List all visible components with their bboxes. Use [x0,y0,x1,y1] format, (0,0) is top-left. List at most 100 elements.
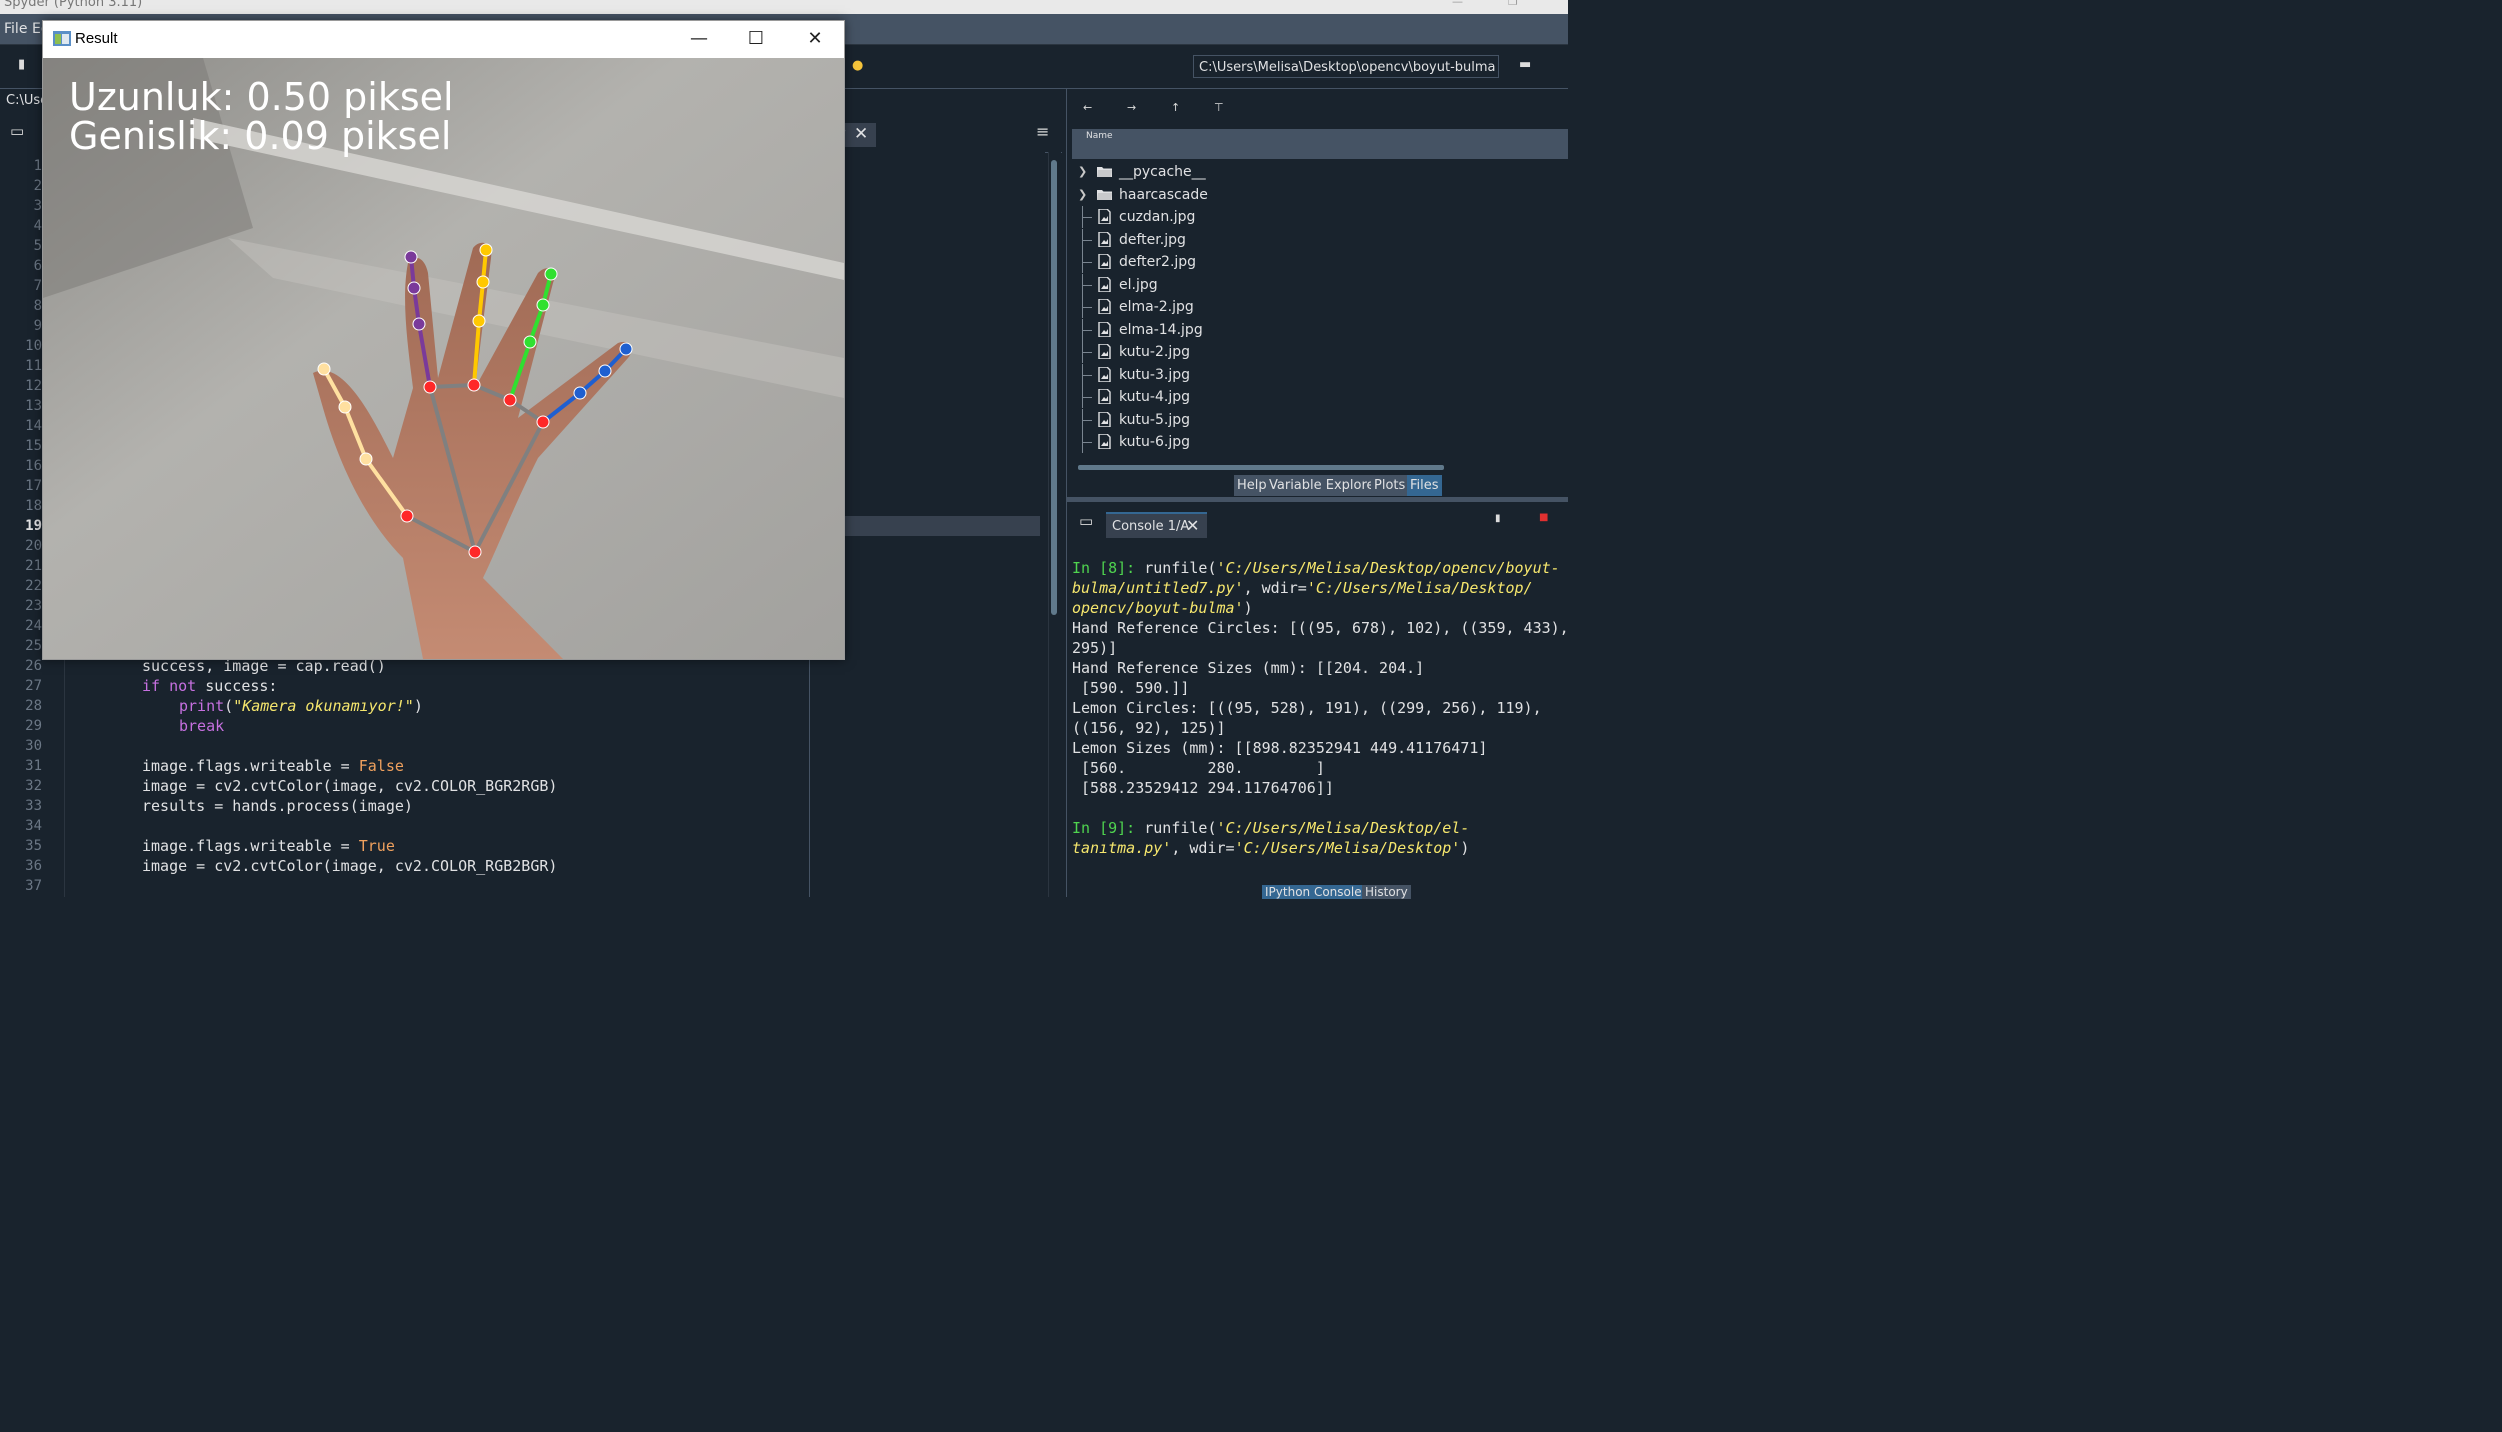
tab-variable-explorer[interactable]: Variable Explorer [1266,475,1383,496]
browse-tabs-icon[interactable]: ▭ [10,122,24,140]
chevron-right-icon[interactable]: ❯ [1078,161,1088,183]
console-prompt: In [8]: [1072,559,1145,577]
code-token: image = cv2.cvtColor(image, cv2.COLOR_RG… [142,857,558,875]
landmark-ring [536,298,550,312]
tree-branch [1082,386,1095,408]
stop-icon[interactable]: ■ [1539,512,1548,523]
editor-filepath: C:\Use [6,93,42,108]
python-icon[interactable]: ● [852,58,863,73]
close-console-icon[interactable]: ✕ [1186,513,1199,539]
maximize-icon[interactable]: ❐ [1508,0,1522,7]
current-line-highlight [845,516,1040,536]
filter-icon[interactable]: ⊤ [1214,101,1224,114]
menu-file[interactable]: File [4,21,27,37]
tab-help[interactable]: Help [1234,475,1270,496]
code-token: False [358,757,404,775]
line-number: 32 [25,778,42,794]
code-token: results = hands.process(image) [142,797,413,815]
file-name: kutu-6.jpg [1119,434,1190,450]
file-name: kutu-2.jpg [1119,344,1190,360]
line-number: 27 [25,678,42,694]
minimize-icon[interactable]: — [687,27,711,51]
console-string: tanıtma.py' [1072,839,1172,857]
minimize-icon[interactable]: — [1452,0,1466,7]
landmark-thumb [338,400,352,414]
code-token: if [142,677,161,695]
line-number: 8 [33,298,42,314]
tree-branch [1082,408,1095,431]
console-output: [560. 280. ] [1072,759,1325,777]
edge-line [809,659,810,897]
camera-frame: Uzunluk: 0.50 piksel Genislik: 0.09 piks… [43,58,844,659]
result-window[interactable]: Result — ☐ ✕ Uzunluk: 0.50 piksel Genisl… [42,20,845,660]
code-token: "Kamera okunamıyor!" [233,697,414,715]
files-hscrollbar[interactable] [1078,465,1444,470]
file-name: defter2.jpg [1119,254,1197,270]
tab-history[interactable]: History [1362,885,1411,899]
line-number: 28 [25,698,42,714]
tab-files[interactable]: Files [1407,475,1442,496]
image-file-icon [1098,321,1111,337]
line-number: 37 [25,878,42,894]
line-number: 33 [25,798,42,814]
code-token: break [179,717,225,735]
landmark-joint [503,393,517,407]
console-output: Lemon Sizes (mm): [[898.82352941 449.411… [1072,739,1488,757]
result-window-titlebar[interactable]: Result — ☐ ✕ [43,21,844,58]
tree-branch [1082,318,1095,341]
width-readout: Genislik: 0.09 piksel [69,114,451,158]
line-number: 9 [33,318,42,334]
landmark-joint [468,545,482,559]
window-app-icon [53,31,71,46]
editor-scrollbar-thumb[interactable] [1051,160,1057,615]
line-number: 2 [33,178,42,194]
code-token: image = cv2.cvtColor(image, cv2.COLOR_BG… [142,777,558,795]
code-token: success: [196,677,278,695]
options-icon[interactable]: ▮ [1495,513,1501,524]
console-text: ) [1460,839,1470,857]
file-name: defter.jpg [1119,231,1186,248]
code-line-36: image = cv2.cvtColor(image, cv2.COLOR_RG… [142,857,557,875]
tree-branch [1082,206,1095,228]
code-line-33: results = hands.process(image) [142,797,413,815]
working-directory-input[interactable]: C:\Users\Melisa\Desktop\opencv\boyut-bul… [1193,55,1499,78]
landmark-middle [476,275,490,289]
image-file-icon [1098,209,1111,224]
console-line: opencv/boyut-bulma') [1072,599,1253,617]
tab-ipython-console[interactable]: IPython Console [1262,885,1365,899]
console-tab[interactable]: Console 1/A ✕ [1106,512,1207,538]
code-line-27: if not success: [142,677,277,695]
landmark-middle [472,314,486,328]
file-name: kutu-5.jpg [1119,411,1190,428]
tab-plots[interactable]: Plots [1371,475,1409,496]
console-string: 'C:/Users/Melisa/Desktop/opencv/boyut- [1216,559,1560,577]
landmark-thumb [359,452,373,466]
line-number: 18 [25,498,42,514]
line-number: 12 [25,378,42,394]
new-file-icon[interactable]: ▮ [18,57,25,72]
maximize-icon[interactable]: ☐ [744,27,768,51]
line-number: 20 [25,538,42,554]
landmark-index [407,281,421,295]
console-output: Hand Reference Sizes (mm): [[204. 204.] [1072,659,1425,677]
options-menu-icon[interactable]: ≡ [1036,122,1049,141]
console-string: 'C:/Users/Melisa/Desktop' [1234,839,1461,857]
browse-folder-icon[interactable]: ▬ [1519,57,1531,72]
back-arrow-icon[interactable]: ← [1083,101,1092,114]
parent-dir-icon[interactable]: ↑ [1171,101,1180,114]
close-tab-icon[interactable]: ✕ [854,122,868,146]
chevron-right-icon[interactable]: ❯ [1078,184,1088,206]
forward-arrow-icon[interactable]: → [1127,101,1136,114]
folder-icon [1097,167,1112,177]
code-line-32: image = cv2.cvtColor(image, cv2.COLOR_BG… [142,777,557,795]
console-text: runfile( [1144,819,1217,837]
line-number: 13 [25,398,42,414]
close-icon[interactable]: ✕ [803,27,827,51]
landmark-joint [423,380,437,394]
image-file-icon [1098,411,1111,427]
browse-console-tabs-icon[interactable]: ▭ [1079,512,1093,530]
tree-branch [1082,431,1095,453]
file-name: kutu-3.jpg [1119,366,1190,383]
files-column-header[interactable]: Name [1072,129,1568,159]
